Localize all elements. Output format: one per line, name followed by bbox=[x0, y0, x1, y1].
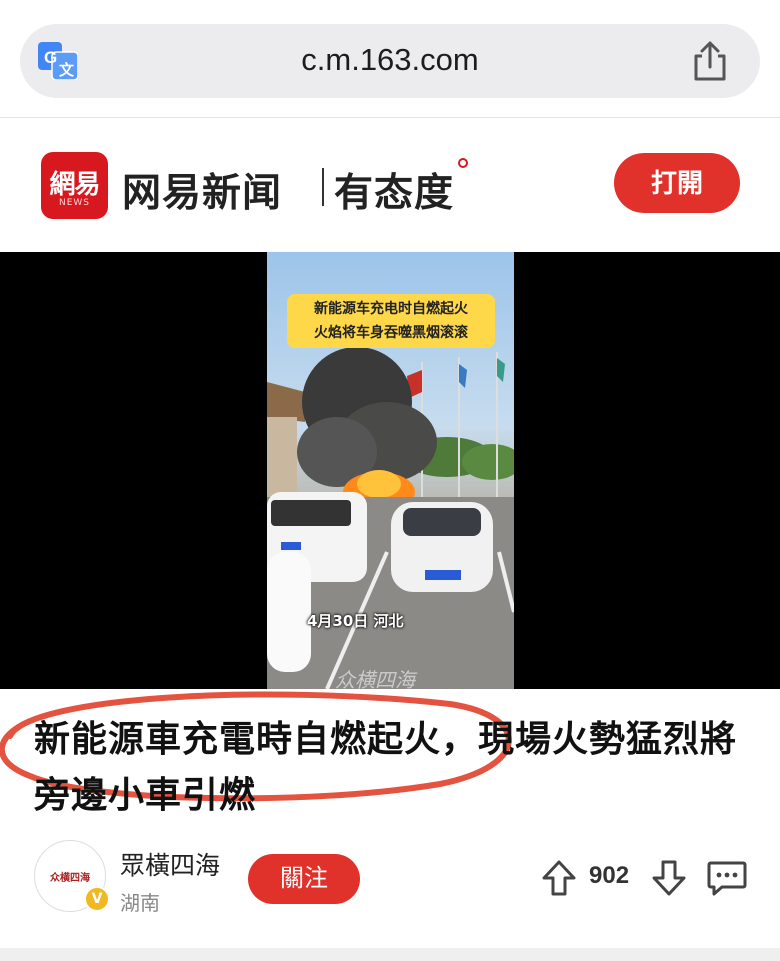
video-date-overlay: 4月30日 河北 bbox=[307, 612, 404, 630]
author-location: 湖南 bbox=[120, 891, 160, 915]
article-headline: 新能源車充電時自燃起火，現場火勢猛烈將旁邊小車引燃 bbox=[34, 719, 738, 816]
brand-name: 网易新闻 bbox=[122, 171, 283, 216]
share-icon[interactable] bbox=[690, 40, 730, 82]
upvote-arrow-icon[interactable] bbox=[541, 859, 577, 897]
brand-divider bbox=[322, 168, 324, 206]
open-app-button[interactable]: 打開 bbox=[614, 153, 740, 213]
slogan-dot-icon bbox=[458, 158, 468, 168]
netease-news-logo: 網易 NEWS bbox=[41, 152, 108, 219]
comment-icon[interactable] bbox=[706, 859, 748, 897]
video-frame: 新能源车充电时自燃起火 火焰将车身吞噬黑烟滚滚 4月30日 河北 众横四海 bbox=[267, 252, 514, 689]
vote-count: 902 bbox=[589, 862, 630, 889]
bottom-divider bbox=[0, 948, 780, 961]
video-player[interactable]: 新能源车充电时自燃起火 火焰将车身吞噬黑烟滚滚 4月30日 河北 众横四海 bbox=[0, 252, 780, 689]
video-caption: 新能源车充电时自燃起火 火焰将车身吞噬黑烟滚滚 bbox=[287, 294, 495, 348]
brand-slogan: 有态度 bbox=[334, 171, 455, 216]
downvote-arrow-icon[interactable] bbox=[651, 859, 687, 897]
follow-button[interactable]: 關注 bbox=[248, 854, 360, 904]
url-text[interactable]: c.m.163.com bbox=[0, 42, 780, 78]
verified-badge-icon: V bbox=[84, 886, 110, 912]
app-banner: 網易 NEWS 网易新闻 有态度 打開 bbox=[0, 118, 780, 252]
browser-url-bar: G 文 c.m.163.com bbox=[0, 0, 780, 118]
author-name[interactable]: 眾橫四海 bbox=[120, 846, 220, 882]
